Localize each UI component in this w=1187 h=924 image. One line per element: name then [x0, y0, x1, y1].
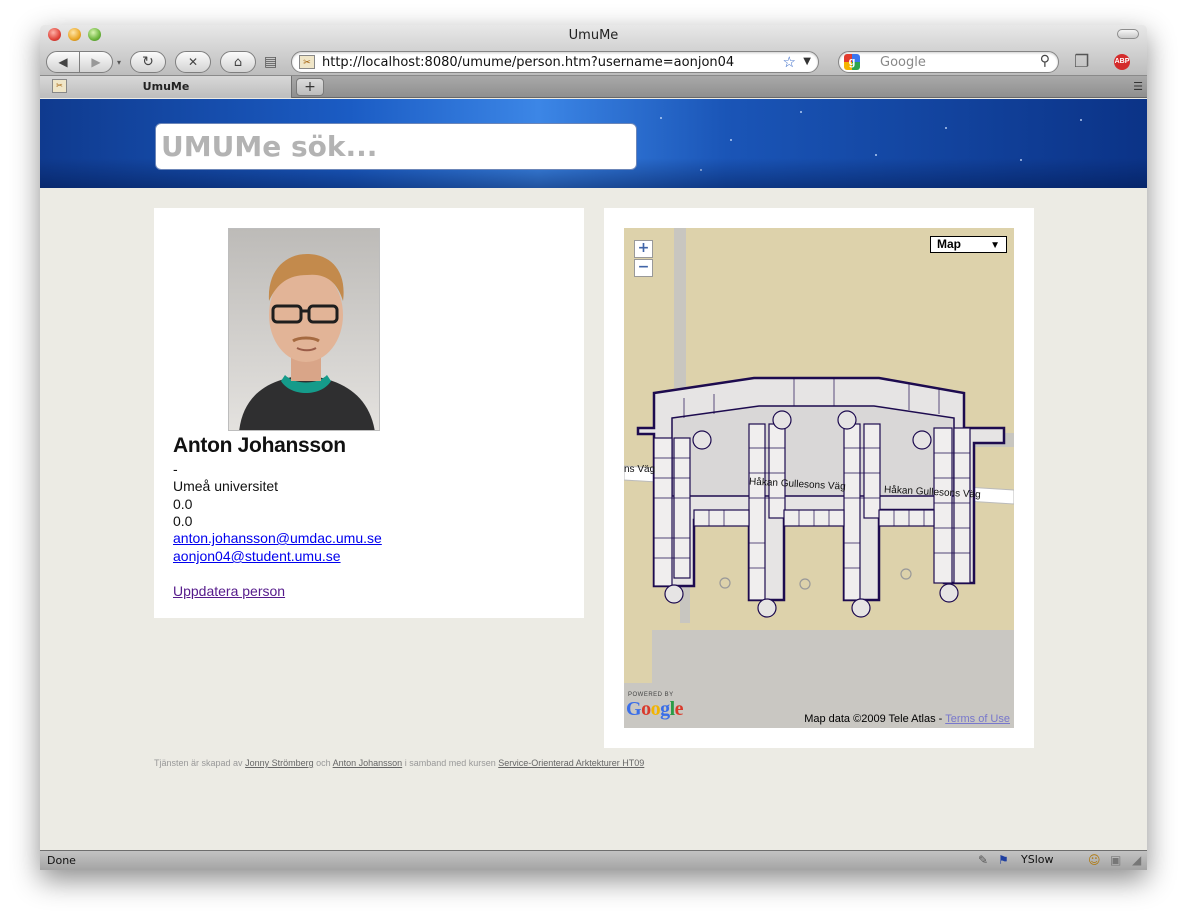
chevron-down-icon: ▼ — [990, 240, 1000, 251]
person-value-2: 0.0 — [173, 513, 193, 529]
window-title: UmuMe — [568, 28, 619, 43]
course-link[interactable]: Service-Orienterad Arktekturer HT09 — [498, 758, 644, 768]
status-text: Done — [47, 854, 76, 867]
new-tab-button[interactable]: + — [296, 78, 324, 96]
site-search-input[interactable] — [156, 124, 636, 169]
search-icon[interactable]: ⚲ — [1040, 53, 1050, 69]
tab-strip: ✂ UmuMe + ☰ — [40, 76, 1147, 98]
browser-toolbar: UmuMe ◀ ▶ ▾ ↻ ✕ ⌂ ▤ ✂ http://localhost:8… — [40, 25, 1147, 76]
update-person-link[interactable]: Uppdatera person — [173, 583, 285, 600]
author-link-1[interactable]: Jonny Strömberg — [245, 758, 314, 768]
person-photo — [228, 228, 380, 431]
browser-search-placeholder: Google — [880, 55, 926, 70]
attribution-text: Map data ©2009 Tele Atlas - — [804, 713, 946, 725]
history-dropdown-icon[interactable]: ▾ — [117, 58, 121, 67]
person-name: Anton Johansson — [173, 434, 346, 457]
yslow-label[interactable]: YSlow — [1021, 853, 1053, 866]
tab-list-icon[interactable]: ☰ — [1133, 80, 1143, 93]
google-map[interactable]: ns Väg Håkan Gullesons Väg Håkan Gulleso… — [624, 228, 1014, 728]
bookmark-star-icon[interactable]: ☆ — [783, 53, 796, 71]
person-organization: Umeå universitet — [173, 478, 279, 494]
url-dropdown-icon[interactable]: ▼ — [803, 56, 811, 67]
road-label-left: ns Väg — [624, 464, 656, 475]
tab-label: UmuMe — [142, 80, 190, 93]
author-link-2[interactable]: Anton Johansson — [333, 758, 403, 768]
zoom-in-button[interactable]: + — [634, 240, 653, 258]
resize-grip-icon[interactable]: ◢ — [1132, 853, 1141, 867]
forward-button[interactable]: ▶ — [79, 51, 113, 73]
toolbar-toggle-button[interactable] — [1117, 29, 1139, 39]
home-icon: ⌂ — [233, 54, 243, 70]
map-type-select[interactable]: Map ▼ — [930, 236, 1007, 253]
google-search-engine-icon[interactable]: g — [844, 54, 860, 70]
person-title: - — [173, 461, 178, 477]
url-text[interactable]: http://localhost:8080/umume/person.htm?u… — [322, 55, 734, 70]
forward-arrow-icon: ▶ — [91, 55, 101, 69]
reload-icon: ↻ — [142, 54, 154, 70]
home-button[interactable]: ⌂ — [220, 51, 256, 73]
page-footer: Tjänsten är skapad av Jonny Strömberg oc… — [154, 758, 644, 768]
person-card: Anton Johansson - Umeå universitet 0.0 0… — [154, 208, 584, 618]
site-search-box[interactable] — [155, 123, 637, 170]
google-logo[interactable]: Google — [626, 698, 684, 721]
person-value-1: 0.0 — [173, 496, 193, 512]
tab-umume[interactable]: ✂ UmuMe — [40, 76, 292, 98]
page-info-icon[interactable]: ▣ — [1110, 853, 1121, 867]
map-type-label: Map — [937, 237, 961, 251]
map-attribution: Map data ©2009 Tele Atlas - Terms of Use — [804, 713, 1010, 725]
zoom-out-button[interactable]: − — [634, 259, 653, 277]
greasemonkey-icon[interactable]: ☺ — [1088, 853, 1101, 867]
footer-prefix: Tjänsten är skapad av — [154, 758, 246, 768]
footer-middle: i samband med kursen — [402, 758, 499, 768]
browser-search-box[interactable]: g Google ⚲ — [838, 51, 1059, 73]
clipboard-icon[interactable]: ▤ — [264, 54, 277, 70]
footer-and: och — [313, 758, 333, 768]
back-button[interactable]: ◀ — [46, 51, 80, 73]
stop-button[interactable]: ✕ — [175, 51, 211, 73]
terms-of-use-link[interactable]: Terms of Use — [945, 713, 1010, 725]
yslow-icon[interactable]: ⚑ — [998, 853, 1009, 867]
stop-icon: ✕ — [187, 55, 199, 69]
address-bar[interactable]: ✂ http://localhost:8080/umume/person.htm… — [291, 51, 819, 73]
site-header — [40, 99, 1147, 188]
wrench-icon[interactable]: ✎ — [978, 853, 988, 867]
status-bar: Done ✎ ⚑ YSlow ☺ ▣ ◢ — [40, 850, 1147, 870]
email-link-work[interactable]: anton.johansson@umdac.umu.se — [173, 530, 382, 547]
window-overlap-icon[interactable]: ❐ — [1074, 52, 1089, 72]
site-favicon-icon: ✂ — [299, 55, 315, 69]
browser-window: UmuMe ◀ ▶ ▾ ↻ ✕ ⌂ ▤ ✂ http://localhost:8… — [40, 25, 1147, 870]
email-link-student[interactable]: aonjon04@student.umu.se — [173, 548, 341, 565]
reload-button[interactable]: ↻ — [130, 51, 166, 73]
map-card: ns Väg Håkan Gullesons Väg Håkan Gulleso… — [604, 208, 1034, 748]
adblock-icon[interactable]: ABP — [1114, 54, 1130, 70]
back-arrow-icon: ◀ — [58, 55, 68, 69]
